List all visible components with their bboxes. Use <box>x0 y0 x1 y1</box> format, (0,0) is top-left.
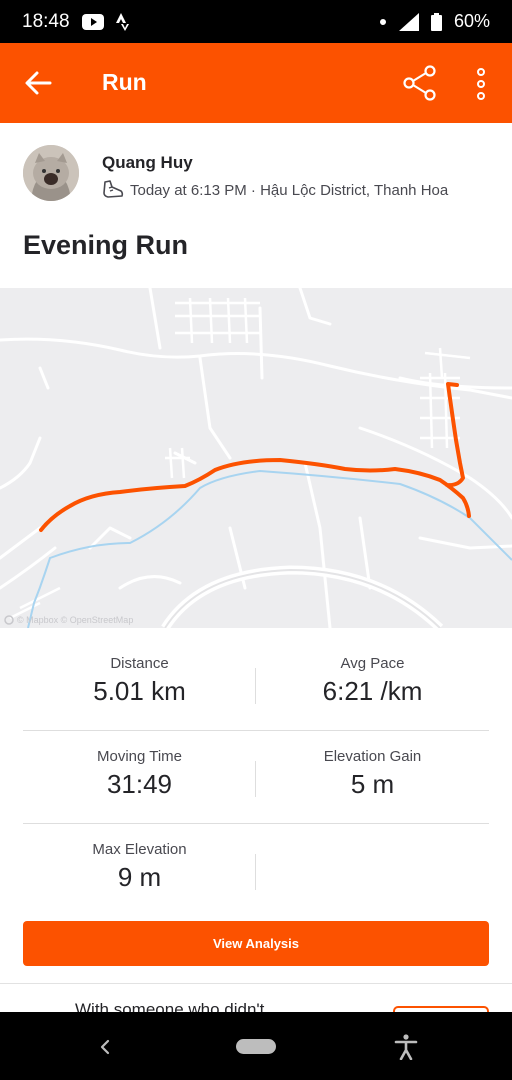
app-bar: Run <box>0 43 512 123</box>
stat-label: Max Elevation <box>92 841 187 858</box>
stat-value: 6:21 /km <box>322 676 423 706</box>
divider <box>0 983 512 984</box>
stat-max-elevation: Max Elevation 9 m <box>23 824 256 916</box>
signal-icon <box>398 12 419 31</box>
view-analysis-button[interactable]: View Analysis <box>23 921 489 966</box>
stat-value: 31:49 <box>106 769 173 799</box>
athlete-name[interactable]: Quang Huy <box>102 153 193 173</box>
stat-label: Moving Time <box>96 748 183 765</box>
activity-meta-text: Today at 6:13 PM · Hậu Lộc District, Tha… <box>130 181 449 199</box>
more-options-icon[interactable] <box>470 67 492 101</box>
strava-icon <box>115 12 129 31</box>
stat-label: Elevation Gain <box>323 748 422 765</box>
activity-meta: Today at 6:13 PM · Hậu Lộc District, Tha… <box>102 180 448 200</box>
stat-value: 5.01 km <box>93 676 186 706</box>
nav-back-icon[interactable] <box>96 1038 114 1056</box>
stat-moving-time: Moving Time 31:49 <box>23 731 256 823</box>
youtube-icon <box>81 13 104 30</box>
avatar[interactable] <box>23 145 79 201</box>
stats-grid: Distance 5.01 km Avg Pace 6:21 /km Movin… <box>23 638 489 916</box>
map-attribution[interactable]: © Mapbox © OpenStreetMap <box>4 615 133 625</box>
map-canvas <box>0 288 512 628</box>
back-arrow-icon[interactable] <box>24 69 52 97</box>
nav-home-pill[interactable] <box>236 1039 276 1054</box>
battery-percent: 60% <box>453 11 490 31</box>
stat-value: 9 m <box>117 862 162 892</box>
page-title: Run <box>102 69 147 95</box>
stat-distance: Distance 5.01 km <box>23 638 256 730</box>
route-map[interactable]: © Mapbox © OpenStreetMap <box>0 288 512 628</box>
activity-header: Quang Huy Today at 6:13 PM · Hậu Lộc Dis… <box>0 123 512 288</box>
stat-value: 5 m <box>350 769 395 799</box>
system-nav-bar <box>0 1012 512 1080</box>
stat-row: Distance 5.01 km Avg Pace 6:21 /km <box>23 638 489 731</box>
stat-row: Moving Time 31:49 Elevation Gain 5 m <box>23 731 489 824</box>
divider <box>255 854 256 890</box>
stat-label: Distance <box>110 655 169 672</box>
share-icon[interactable] <box>402 65 438 101</box>
accessibility-icon[interactable] <box>394 1034 418 1060</box>
battery-icon <box>430 12 442 31</box>
stat-elevation-gain: Elevation Gain 5 m <box>256 731 489 823</box>
mapbox-logo-icon <box>4 615 14 625</box>
status-time: 18:48 <box>22 10 70 32</box>
shoe-icon <box>103 180 124 198</box>
stat-row: Max Elevation 9 m <box>23 824 489 916</box>
stat-avg-pace: Avg Pace 6:21 /km <box>256 638 489 730</box>
stat-label: Avg Pace <box>340 655 405 672</box>
notification-dot-icon <box>379 18 386 25</box>
status-bar: 18:48 60% <box>0 0 512 43</box>
activity-title: Evening Run <box>23 230 189 260</box>
